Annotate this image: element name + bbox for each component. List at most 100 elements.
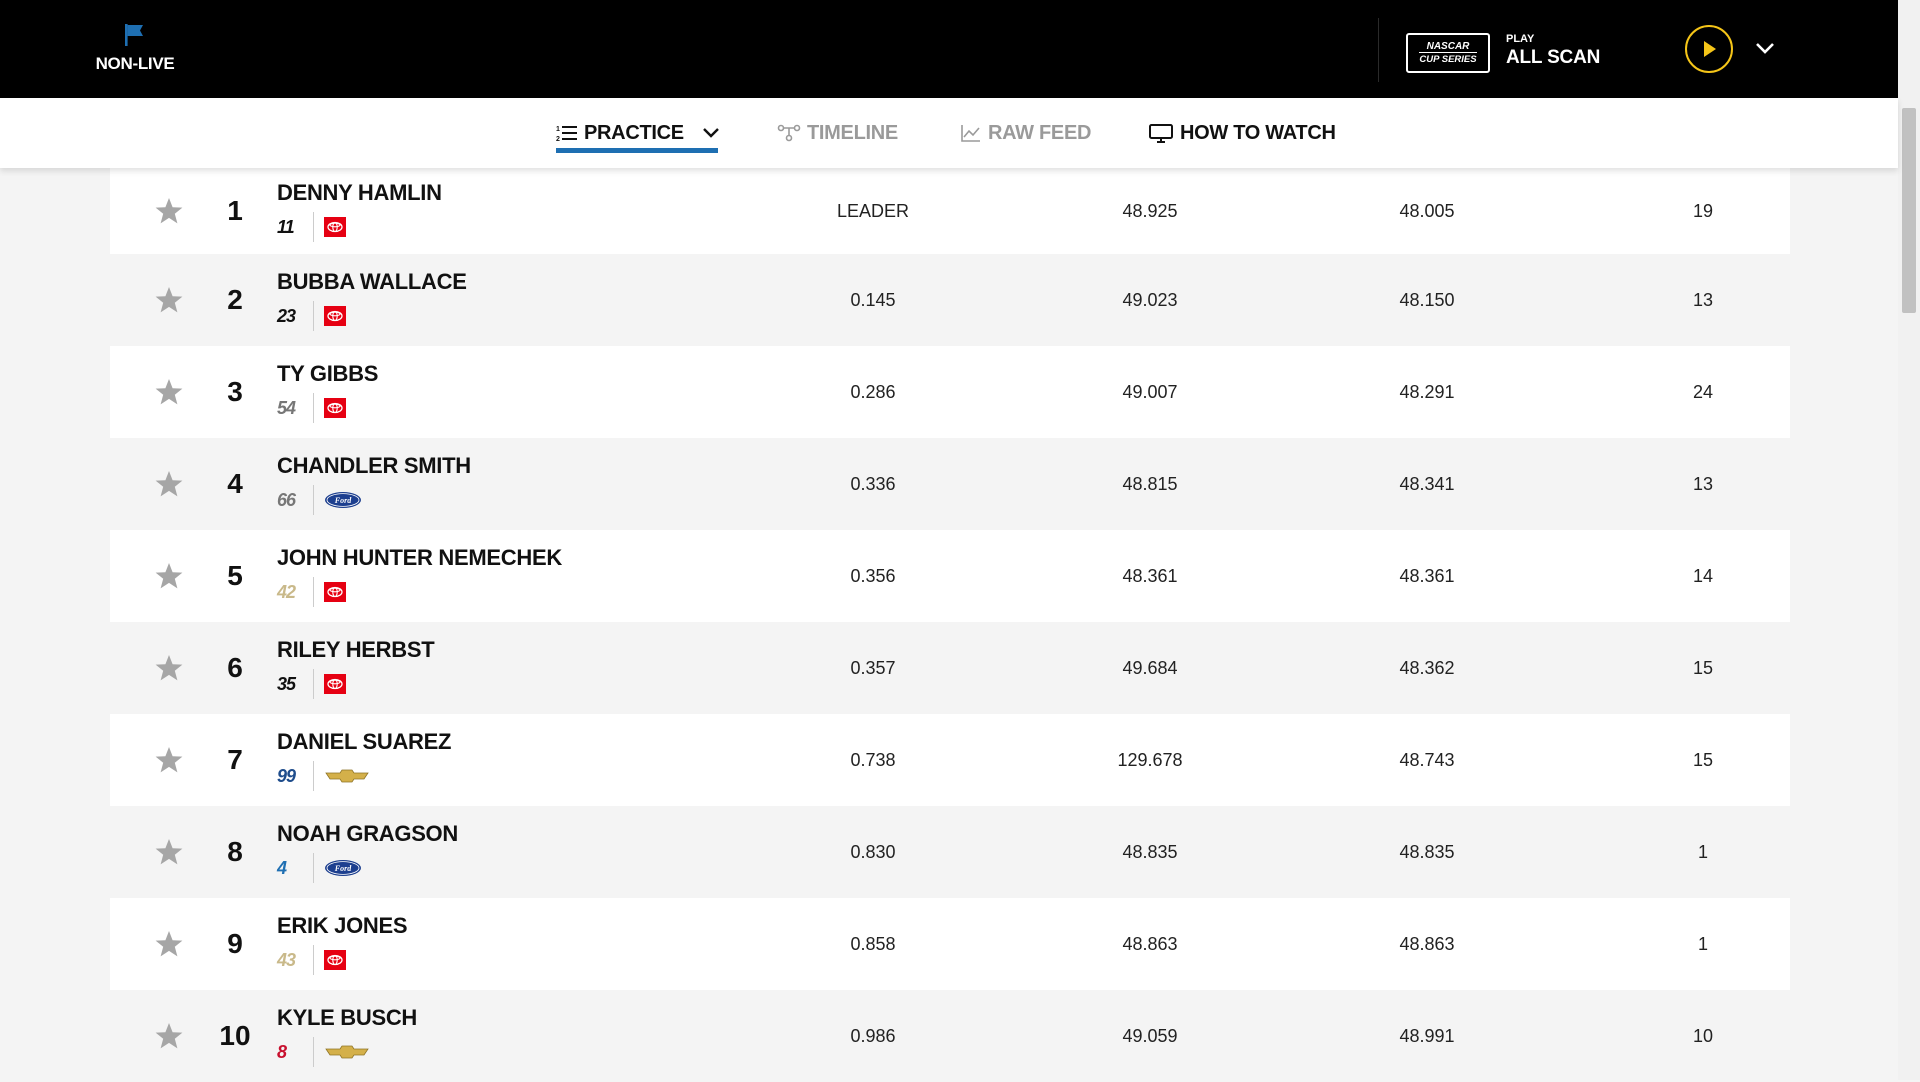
- laps-count: 14: [1692, 565, 1714, 586]
- car-number: 4: [277, 857, 287, 878]
- table-row[interactable]: 6 RILEY HERBST 35 0.357 49.684 48.362 15: [110, 622, 1790, 714]
- scrollbar-thumb[interactable]: [1902, 108, 1916, 313]
- tabs-bar: 1 2 PRACTICE TIMELINE RAW FEED HOW TO WA…: [0, 98, 1898, 168]
- last-lap-time: 49.059: [1122, 1025, 1178, 1046]
- tab-raw-feed-label: RAW FEED: [988, 121, 1092, 144]
- tab-timeline[interactable]: TIMELINE: [777, 98, 898, 168]
- driver-name[interactable]: TY GIBBS: [277, 361, 378, 387]
- star-icon[interactable]: [154, 469, 184, 499]
- star-icon[interactable]: [154, 285, 184, 315]
- series-logo-line1: NASCAR: [1426, 41, 1470, 52]
- last-lap-time: 49.007: [1122, 381, 1178, 402]
- driver-name[interactable]: RILEY HERBST: [277, 637, 435, 663]
- best-lap-time: 48.291: [1399, 381, 1455, 402]
- driver-name[interactable]: KYLE BUSCH: [277, 1005, 417, 1031]
- table-row[interactable]: 3 TY GIBBS 54 0.286 49.007 48.291 24: [110, 346, 1790, 438]
- star-icon[interactable]: [154, 653, 184, 683]
- star-icon[interactable]: [154, 196, 184, 226]
- star-icon[interactable]: [154, 561, 184, 591]
- table-row[interactable]: 4 CHANDLER SMITH 66 Ford 0.336 48.815 48.341 13: [110, 438, 1790, 530]
- driver-meta: 99: [277, 761, 451, 791]
- driver-info: ERIK JONES 43: [277, 913, 408, 975]
- star-icon[interactable]: [154, 745, 184, 775]
- table-row[interactable]: 5 JOHN HUNTER NEMECHEK 42 0.356 48.361 48.361…: [110, 530, 1790, 622]
- play-label: PLAY: [1506, 33, 1535, 45]
- star-icon[interactable]: [154, 837, 184, 867]
- driver-name[interactable]: CHANDLER SMITH: [277, 453, 471, 479]
- meta-divider: [313, 669, 314, 699]
- position: 9: [227, 928, 243, 959]
- play-button[interactable]: [1685, 25, 1733, 73]
- timeline-icon: [777, 124, 801, 142]
- last-lap-time: 49.023: [1122, 289, 1178, 310]
- best-lap-time: 48.341: [1399, 473, 1455, 494]
- driver-meta: 8: [277, 1037, 417, 1067]
- svg-text:2: 2: [556, 136, 560, 143]
- toyota-logo-icon: [324, 398, 346, 418]
- tab-timeline-label: TIMELINE: [807, 121, 898, 144]
- driver-name[interactable]: NOAH GRAGSON: [277, 821, 458, 847]
- scanner-name: ALL SCAN: [1506, 47, 1601, 68]
- driver-meta: 42: [277, 577, 562, 607]
- table-row[interactable]: 7 DANIEL SUAREZ 99 0.738 129.678 48.743 15: [110, 714, 1790, 806]
- driver-meta: 35: [277, 669, 434, 699]
- table-row[interactable]: 8 NOAH GRAGSON 4 Ford 0.830 48.835 48.835 1: [110, 806, 1790, 898]
- meta-divider: [313, 577, 314, 607]
- last-lap-time: 48.815: [1122, 473, 1178, 494]
- chevron-down-icon[interactable]: [702, 127, 720, 139]
- car-number: 8: [277, 1041, 287, 1062]
- driver-name[interactable]: DANIEL SUAREZ: [277, 729, 451, 755]
- star-icon[interactable]: [154, 377, 184, 407]
- gap-to-leader: 0.357: [850, 657, 896, 678]
- position: 7: [227, 744, 243, 775]
- gap-to-leader: 0.830: [850, 841, 896, 862]
- gap-to-leader: 0.986: [850, 1025, 896, 1046]
- play-scanner[interactable]: PLAY ALL SCAN: [1506, 33, 1600, 69]
- tab-raw-feed[interactable]: RAW FEED: [960, 98, 1091, 168]
- table-row[interactable]: 1 DENNY HAMLIN 11 LEADER 48.925 48.005 19: [110, 168, 1790, 254]
- position: 8: [227, 836, 243, 867]
- chevron-down-icon[interactable]: [1754, 40, 1776, 56]
- best-lap-time: 48.743: [1399, 749, 1455, 770]
- header-divider: [1378, 18, 1379, 82]
- star-icon[interactable]: [154, 929, 184, 959]
- toyota-logo-icon: [324, 950, 346, 970]
- best-lap-time: 48.991: [1399, 1025, 1455, 1046]
- last-lap-time: 48.925: [1122, 200, 1178, 221]
- laps-count: 13: [1692, 289, 1714, 310]
- meta-divider: [313, 945, 314, 975]
- laps-count: 15: [1692, 657, 1714, 678]
- active-tab-indicator: [556, 148, 718, 153]
- svg-text:1: 1: [556, 126, 560, 133]
- position: 1: [227, 195, 243, 226]
- gap-to-leader: 0.286: [850, 381, 896, 402]
- table-row[interactable]: 9 ERIK JONES 43 0.858 48.863 48.863 1: [110, 898, 1790, 990]
- manufacturer-logo: [324, 398, 346, 418]
- driver-name[interactable]: JOHN HUNTER NEMECHEK: [277, 545, 562, 571]
- last-lap-time: 129.678: [1117, 749, 1183, 770]
- position: 4: [227, 468, 243, 499]
- laps-count: 19: [1692, 200, 1714, 221]
- star-icon[interactable]: [154, 1021, 184, 1051]
- car-number: 54: [277, 397, 296, 418]
- table-row[interactable]: 2 BUBBA WALLACE 23 0.145 49.023 48.150 13: [110, 254, 1790, 346]
- driver-info: DENNY HAMLIN 11: [277, 180, 442, 242]
- driver-meta: 23: [277, 301, 467, 331]
- toyota-logo-icon: [324, 674, 346, 694]
- driver-info: CHANDLER SMITH 66 Ford: [277, 453, 471, 515]
- driver-name[interactable]: DENNY HAMLIN: [277, 180, 442, 206]
- position: 3: [227, 376, 243, 407]
- driver-info: BUBBA WALLACE 23: [277, 269, 467, 331]
- svg-text:Ford: Ford: [334, 496, 352, 505]
- driver-name[interactable]: BUBBA WALLACE: [277, 269, 467, 295]
- driver-info: JOHN HUNTER NEMECHEK 42: [277, 545, 562, 607]
- laps-count: 1: [1697, 933, 1708, 954]
- tab-how-to-watch[interactable]: HOW TO WATCH: [1148, 98, 1336, 168]
- driver-name[interactable]: ERIK JONES: [277, 913, 408, 939]
- race-status: NON-LIVE: [80, 22, 190, 74]
- manufacturer-logo: [324, 1045, 370, 1059]
- tab-practice[interactable]: 1 2 PRACTICE: [556, 98, 726, 168]
- best-lap-time: 48.362: [1399, 657, 1455, 678]
- table-row[interactable]: 10 KYLE BUSCH 8 0.986 49.059 48.991 10: [110, 990, 1790, 1082]
- meta-divider: [313, 761, 314, 791]
